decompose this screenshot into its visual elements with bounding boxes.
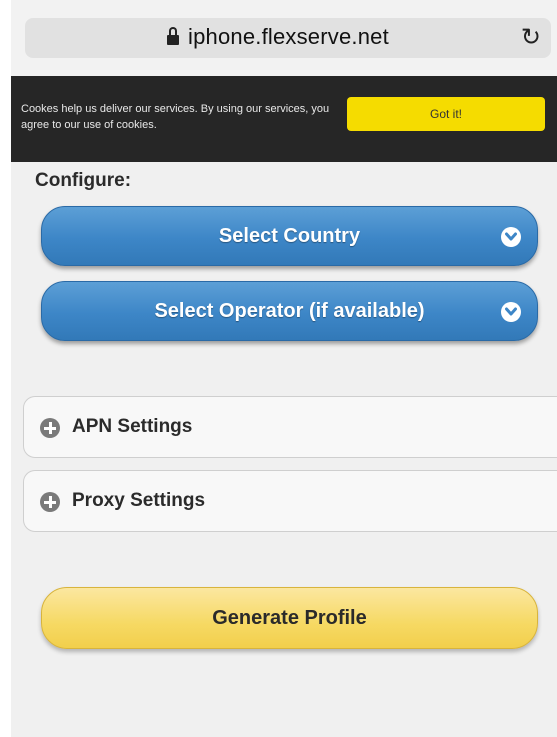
- select-country-dropdown[interactable]: Select Country: [41, 206, 538, 266]
- lock-icon: [167, 27, 179, 45]
- chevron-down-icon: [501, 227, 521, 247]
- phone-screen: iphone.flexserve.net ↻ Cookes help us de…: [11, 0, 557, 737]
- generate-profile-button[interactable]: Generate Profile: [41, 587, 538, 649]
- cookie-message: Cookes help us deliver our services. By …: [21, 103, 330, 131]
- select-country-label: Select Country: [218, 225, 361, 247]
- select-operator-label: Select Operator (if available): [154, 300, 425, 322]
- apn-settings-label: APN Settings: [72, 416, 193, 437]
- configure-heading: Configure:: [35, 170, 132, 191]
- cookie-banner: Cookes help us deliver our services. By …: [11, 76, 557, 162]
- select-operator-dropdown[interactable]: Select Operator (if available): [41, 281, 538, 341]
- plus-icon: [40, 418, 60, 438]
- cookie-accept-button[interactable]: Got it!: [347, 97, 545, 131]
- url-field[interactable]: iphone.flexserve.net ↻: [25, 18, 551, 58]
- reload-icon[interactable]: ↻: [521, 23, 541, 51]
- apn-settings-toggle[interactable]: APN Settings: [23, 396, 557, 458]
- proxy-settings-toggle[interactable]: Proxy Settings: [23, 470, 557, 532]
- browser-address-bar: iphone.flexserve.net ↻: [11, 0, 557, 76]
- chevron-down-icon: [501, 302, 521, 322]
- url-text: iphone.flexserve.net: [188, 24, 389, 49]
- proxy-settings-label: Proxy Settings: [72, 490, 206, 511]
- plus-icon: [40, 492, 60, 512]
